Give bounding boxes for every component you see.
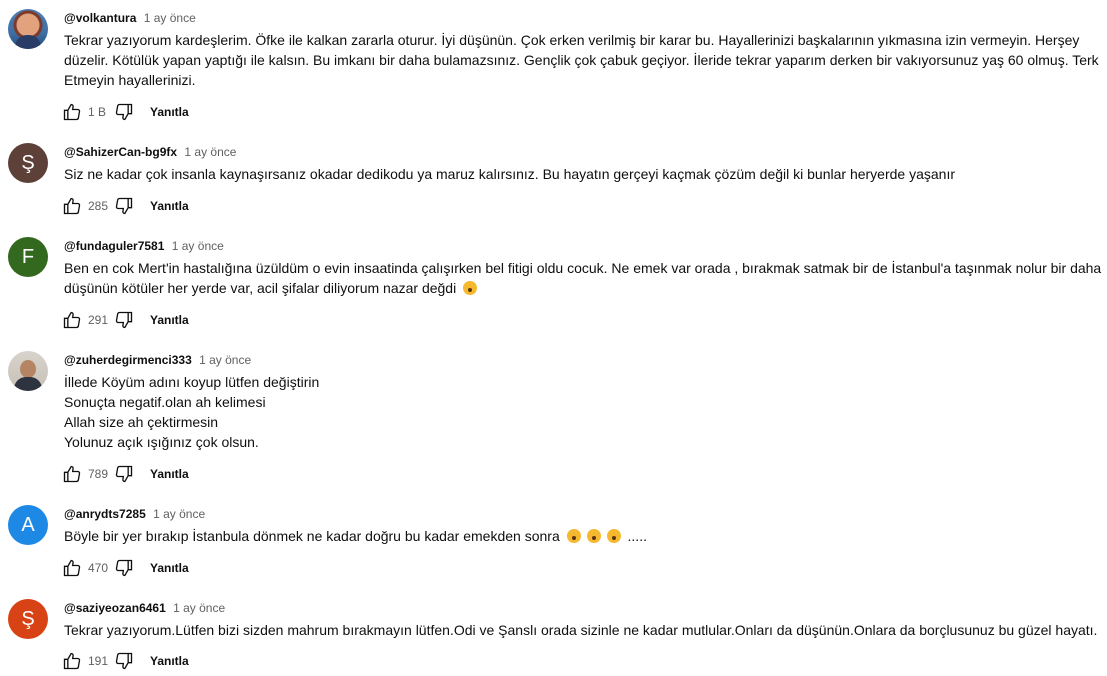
comment-line: Sonuçta negatif.olan ah kelimesi: [64, 394, 266, 410]
reply-button[interactable]: Yanıtla: [150, 467, 189, 481]
comment-line: düşünün kötüler her yerde var, acil şifa…: [64, 278, 1104, 298]
comment-actions: 1 B Yanıtla: [62, 102, 189, 122]
author-name[interactable]: @zuherdegirmenci333: [64, 353, 192, 367]
dislike-icon[interactable]: [114, 310, 134, 330]
surprised-emoji-icon: [566, 529, 581, 543]
author-name[interactable]: @fundaguler7581: [64, 239, 164, 253]
like-icon[interactable]: [62, 464, 82, 484]
comment-header: @SahizerCan-bg9fx 1 ay önce: [64, 144, 236, 160]
avatar-letter: Ş: [21, 607, 35, 630]
comment-header: @anrydts7285 1 ay önce: [64, 506, 205, 522]
avatar[interactable]: [8, 351, 48, 391]
comment-header: @zuherdegirmenci333 1 ay önce: [64, 352, 251, 368]
like-icon[interactable]: [62, 196, 82, 216]
dislike-icon[interactable]: [114, 651, 134, 671]
comment-line: Etmeyin hayallerinizi.: [64, 72, 196, 88]
like-icon[interactable]: [62, 558, 82, 578]
reply-button[interactable]: Yanıtla: [150, 313, 189, 327]
dislike-icon[interactable]: [114, 558, 134, 578]
comment-text: Tekrar yazıyorum.Lütfen bizi sizden mahr…: [64, 620, 1104, 640]
surprised-emoji-icon: [586, 529, 601, 543]
reply-button[interactable]: Yanıtla: [150, 105, 189, 119]
avatar[interactable]: Ş: [8, 599, 48, 639]
avatar-letter: Ş: [21, 151, 35, 174]
comment-actions: 789 Yanıtla: [62, 464, 189, 484]
avatar[interactable]: [8, 9, 48, 49]
sad-emoji-icon: [463, 281, 478, 295]
reply-button[interactable]: Yanıtla: [150, 561, 189, 575]
comment-line-text: düşünün kötüler her yerde var, acil şifa…: [64, 280, 457, 296]
comment-time[interactable]: 1 ay önce: [199, 353, 251, 367]
author-name[interactable]: @SahizerCan-bg9fx: [64, 145, 177, 159]
comment-time[interactable]: 1 ay önce: [184, 145, 236, 159]
like-icon[interactable]: [62, 651, 82, 671]
dislike-icon[interactable]: [114, 464, 134, 484]
avatar-letter: A: [21, 513, 35, 536]
comment-actions: 285 Yanıtla: [62, 196, 189, 216]
avatar[interactable]: A: [8, 505, 48, 545]
dislike-icon[interactable]: [114, 196, 134, 216]
avatar-letter: F: [21, 245, 35, 268]
comment-text: Ben en cok Mert'in hastalığına üzüldüm o…: [64, 258, 1104, 298]
comment-header: @volkantura 1 ay önce: [64, 10, 196, 26]
reply-button[interactable]: Yanıtla: [150, 654, 189, 668]
comment-line: Tekrar yazıyorum kardeşlerim. Öfke ile k…: [64, 32, 1080, 48]
comment-line: Ben en cok Mert'in hastalığına üzüldüm o…: [64, 260, 1102, 276]
dislike-icon[interactable]: [114, 102, 134, 122]
reply-button[interactable]: Yanıtla: [150, 199, 189, 213]
comment-line: Yolunuz açık ışığınız çok olsun.: [64, 434, 259, 450]
like-count: 291: [88, 313, 109, 327]
like-count: 470: [88, 561, 109, 575]
comment-time[interactable]: 1 ay önce: [144, 11, 196, 25]
comment-time[interactable]: 1 ay önce: [153, 507, 205, 521]
comment-header: @saziyeozan6461 1 ay önce: [64, 600, 225, 616]
like-count: 789: [88, 467, 109, 481]
author-name[interactable]: @saziyeozan6461: [64, 601, 166, 615]
comment-text: Siz ne kadar çok insanla kaynaşırsanız o…: [64, 164, 1104, 184]
comment-actions: 291 Yanıtla: [62, 310, 189, 330]
comment-line: Allah size ah çektirmesin: [64, 414, 219, 430]
surprised-emoji-icon: [606, 529, 621, 543]
comment-time[interactable]: 1 ay önce: [173, 601, 225, 615]
comment-line: Böyle bir yer bırakıp İstanbula dönmek n…: [64, 526, 1104, 546]
comment-line: İllede Köyüm adını koyup lütfen değiştir…: [64, 374, 320, 390]
comment-header: @fundaguler7581 1 ay önce: [64, 238, 224, 254]
author-name[interactable]: @anrydts7285: [64, 507, 146, 521]
comment-line: düzelir. Kötülük yapan yaptığı ile kalsı…: [64, 52, 1099, 68]
author-name[interactable]: @volkantura: [64, 11, 136, 25]
like-count: 285: [88, 199, 109, 213]
comment-text: İllede Köyüm adını koyup lütfen değiştir…: [64, 372, 1104, 452]
avatar[interactable]: Ş: [8, 143, 48, 183]
comment-line: Tekrar yazıyorum.Lütfen bizi sizden mahr…: [64, 622, 1098, 638]
comment-text: Tekrar yazıyorum kardeşlerim. Öfke ile k…: [64, 30, 1104, 90]
comment-line-text: Böyle bir yer bırakıp İstanbula dönmek n…: [64, 528, 560, 544]
like-icon[interactable]: [62, 102, 82, 122]
avatar[interactable]: F: [8, 237, 48, 277]
comment-actions: 191 Yanıtla: [62, 651, 189, 671]
like-icon[interactable]: [62, 310, 82, 330]
comment-time[interactable]: 1 ay önce: [172, 239, 224, 253]
comment-line: Siz ne kadar çok insanla kaynaşırsanız o…: [64, 166, 955, 182]
like-count: 191: [88, 654, 109, 668]
comment-text: Böyle bir yer bırakıp İstanbula dönmek n…: [64, 526, 1104, 546]
comment-line-suffix: .....: [623, 528, 647, 544]
like-count: 1 B: [88, 105, 107, 119]
comment-actions: 470 Yanıtla: [62, 558, 189, 578]
